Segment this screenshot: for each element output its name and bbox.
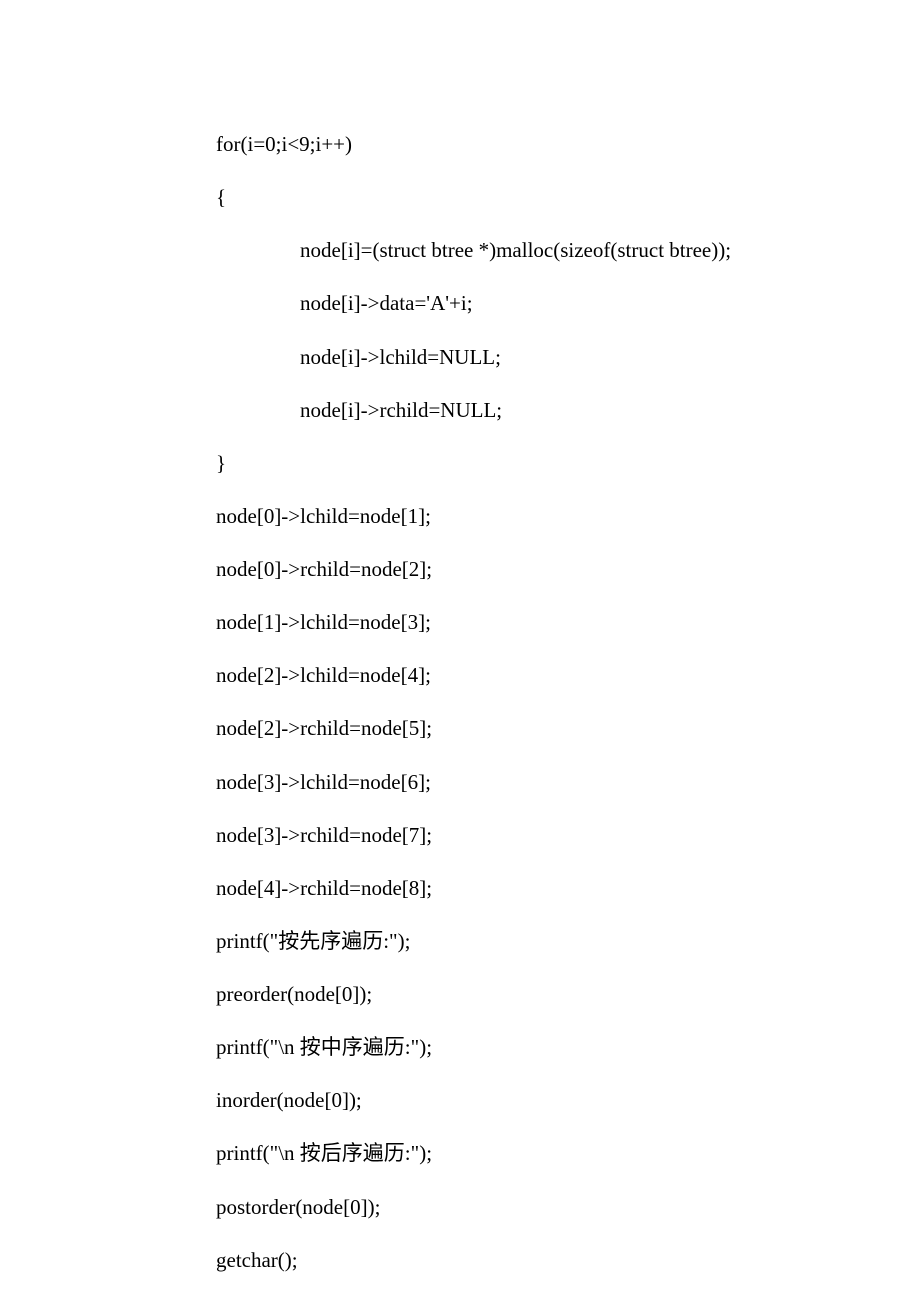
code-line: preorder(node[0]); — [216, 968, 860, 1021]
code-line: node[1]->lchild=node[3]; — [216, 596, 860, 649]
code-line: node[0]->lchild=node[1]; — [216, 490, 860, 543]
code-line: node[4]->rchild=node[8]; — [216, 862, 860, 915]
code-line: for(i=0;i<9;i++) — [216, 118, 860, 171]
code-line: node[3]->rchild=node[7]; — [216, 809, 860, 862]
code-line: getchar(); — [216, 1234, 860, 1287]
code-line: printf("按先序遍历:"); — [216, 915, 860, 968]
code-block: for(i=0;i<9;i++) { node[i]=(struct btree… — [216, 118, 860, 1287]
code-line: node[2]->rchild=node[5]; — [216, 702, 860, 755]
code-line: inorder(node[0]); — [216, 1074, 860, 1127]
code-line: printf("\n 按后序遍历:"); — [216, 1127, 860, 1180]
code-line: node[i]->lchild=NULL; — [216, 331, 860, 384]
code-line: node[i]->rchild=NULL; — [216, 384, 860, 437]
code-line: node[i]=(struct btree *)malloc(sizeof(st… — [216, 224, 860, 277]
code-line: printf("\n 按中序遍历:"); — [216, 1021, 860, 1074]
code-line: postorder(node[0]); — [216, 1181, 860, 1234]
code-line: { — [216, 171, 860, 224]
code-line: node[3]->lchild=node[6]; — [216, 756, 860, 809]
code-line: node[0]->rchild=node[2]; — [216, 543, 860, 596]
code-line: node[i]->data='A'+i; — [216, 277, 860, 330]
code-line: } — [216, 437, 860, 490]
code-line: node[2]->lchild=node[4]; — [216, 649, 860, 702]
